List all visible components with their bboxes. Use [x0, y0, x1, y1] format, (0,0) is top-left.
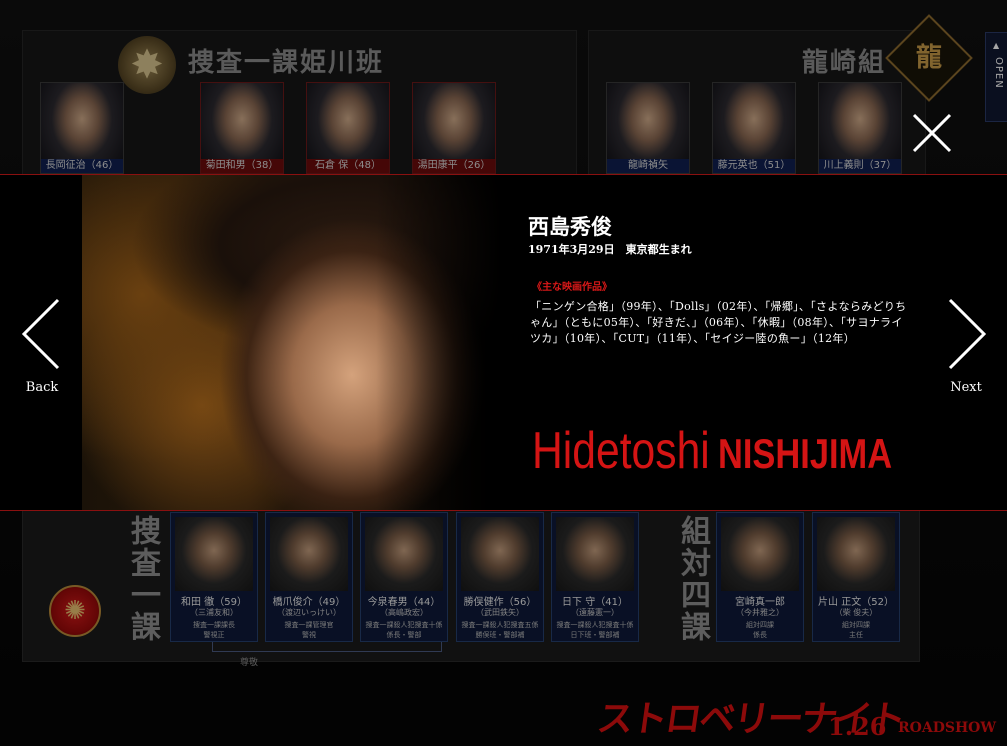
profile-name-en-last: NISHIJIMA — [717, 430, 893, 477]
cast-profile-modal: 西島秀俊 1971年3月29日 東京都生まれ 《主な映画作品》 「ニンゲン合格」… — [0, 174, 1007, 511]
profile-name-jp: 西島秀俊 — [528, 214, 612, 239]
chevron-right-icon — [948, 298, 987, 370]
cast-portrait — [82, 175, 502, 510]
close-button[interactable] — [910, 112, 954, 154]
profile-name-en-first: Hidetoshi — [532, 422, 710, 480]
profile-films-list: 「ニンゲン合格」（99年）、「Dolls」（02年）、「帰郷」、「さよならみどり… — [530, 300, 907, 345]
profile-name-en: Hidetoshi NISHIJIMA — [532, 421, 892, 481]
next-label: Next — [950, 380, 982, 395]
close-icon — [912, 113, 952, 153]
back-label: Back — [25, 380, 59, 395]
profile-films-heading: 《主な映画作品》 — [532, 282, 612, 293]
profile-birth: 1971年3月29日 東京都生まれ — [528, 243, 692, 256]
next-button[interactable]: Next — [936, 298, 996, 408]
chevron-left-icon — [21, 298, 60, 370]
back-button[interactable]: Back — [12, 298, 72, 408]
